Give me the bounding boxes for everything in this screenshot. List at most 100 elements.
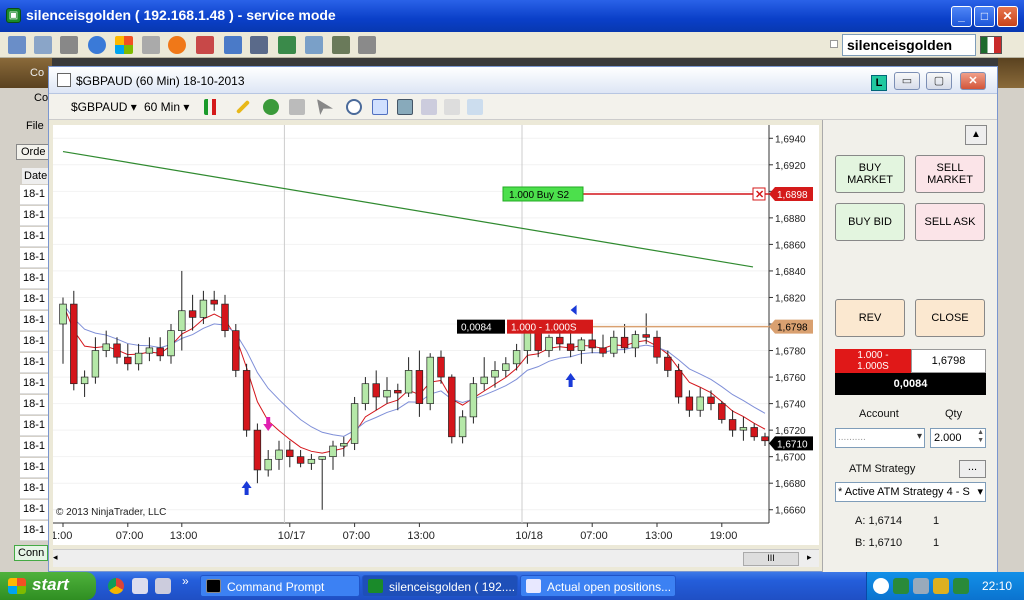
x-tick-label: 19:00	[710, 530, 738, 542]
zoom-icon[interactable]	[346, 99, 362, 115]
chart-minimize-button[interactable]: ▭	[894, 72, 920, 90]
interval-selector[interactable]: 60 Min ▾	[144, 100, 189, 114]
speaker-icon[interactable]	[933, 578, 949, 594]
monitor-icon[interactable]	[250, 36, 268, 54]
drag-icon[interactable]	[289, 99, 305, 115]
x-tick-label: 07:00	[580, 530, 608, 542]
connect-icon[interactable]	[8, 36, 26, 54]
atm-strategy-value: * Active ATM Strategy 4 - S	[838, 486, 970, 498]
sell-market-button[interactable]: SELL MARKET	[915, 155, 985, 193]
quicklaunch-overflow-icon[interactable]: »	[182, 574, 189, 588]
task-label: silenceisgolden ( 192....	[389, 580, 516, 594]
refresh-icon[interactable]	[88, 36, 106, 54]
windows-logo-icon[interactable]	[115, 36, 133, 54]
y-tick-label: 1,6720	[775, 426, 806, 437]
pencil-icon[interactable]	[235, 99, 251, 115]
tray-eye-icon[interactable]	[893, 578, 909, 594]
candle	[124, 356, 132, 365]
position-price-marker: 1,6798	[777, 323, 808, 334]
maximize-button[interactable]: □	[974, 6, 995, 27]
document-icon[interactable]	[305, 36, 323, 54]
printer-icon[interactable]	[142, 36, 160, 54]
instrument-selector[interactable]: $GBPAUD ▾	[71, 100, 137, 114]
close-position-button[interactable]: CLOSE	[915, 299, 985, 337]
crosshair-icon[interactable]	[263, 99, 279, 115]
atm-strategy-more-button[interactable]: ...	[959, 460, 986, 478]
tools-icon[interactable]	[60, 36, 78, 54]
stepper-arrows-icon[interactable]: ▲ ▼	[977, 429, 984, 445]
buy-bid-button[interactable]: BUY BID	[835, 203, 905, 241]
orders-tab[interactable]: Orde	[16, 144, 51, 160]
candle	[372, 383, 380, 398]
minimize-button[interactable]: _	[951, 6, 972, 27]
y-tick-label: 1,6740	[775, 400, 806, 411]
windows-icon[interactable]	[34, 36, 52, 54]
bid-price: B: 1,6710	[855, 537, 903, 549]
task-command-prompt[interactable]: Command Prompt	[200, 575, 360, 597]
candle	[610, 336, 618, 354]
scroll-right-arrow[interactable]: ▸	[807, 552, 819, 564]
download-icon[interactable]	[278, 36, 296, 54]
candle	[545, 336, 553, 351]
disconnect-icon[interactable]	[196, 36, 214, 54]
pointer-icon[interactable]	[317, 99, 333, 115]
chart-panel[interactable]: 1,69401,69201,69001,68801,68601,68401,68…	[51, 125, 819, 545]
file-menu[interactable]: File	[26, 120, 44, 132]
chart-horizontal-scrollbar[interactable]: ◂ III ▸	[53, 549, 819, 567]
system-tray: 22:10	[866, 572, 1024, 600]
tray-ninja-icon[interactable]	[953, 578, 969, 594]
candle	[156, 347, 164, 357]
properties-icon[interactable]	[444, 99, 460, 115]
quantity-stepper[interactable]: 2.000 ▲ ▼	[930, 428, 986, 448]
y-tick-label: 1,6920	[775, 161, 806, 172]
data-box-icon[interactable]	[467, 99, 483, 115]
candle	[296, 456, 305, 464]
alert-icon[interactable]	[168, 36, 186, 54]
ask-quantity: 1	[933, 515, 940, 527]
stop-price-marker: 1,6898	[777, 190, 808, 201]
explorer-icon[interactable]	[155, 578, 171, 594]
atm-strategy-select[interactable]: * Active ATM Strategy 4 - S ▾	[835, 482, 986, 502]
clock: 22:10	[981, 579, 1012, 593]
candle	[491, 370, 499, 378]
account-select[interactable]: .......... ▾	[835, 428, 925, 448]
scroll-thumb[interactable]: III	[743, 552, 799, 566]
last-price-marker: 1,6710	[777, 439, 808, 450]
chat-icon[interactable]	[358, 36, 376, 54]
bid-quantity: 1	[933, 537, 940, 549]
strategies-icon[interactable]	[421, 99, 437, 115]
network-icon[interactable]	[913, 578, 929, 594]
chart-maximize-button[interactable]: ▢	[926, 72, 952, 90]
candle	[102, 343, 110, 351]
close-button[interactable]: ✕	[997, 6, 1018, 27]
sell-ask-button[interactable]: SELL ASK	[915, 203, 985, 241]
atm-strategy-label: ATM Strategy	[849, 463, 916, 475]
collapse-up-icon[interactable]: ▲	[965, 125, 987, 145]
reverse-button[interactable]: REV	[835, 299, 905, 337]
chrome-icon[interactable]	[108, 578, 124, 594]
candle	[761, 436, 769, 442]
fullscreen-icon[interactable]	[224, 36, 242, 54]
checkbox-icon[interactable]	[830, 40, 838, 48]
document-icon[interactable]	[132, 578, 148, 594]
bar-type-icon[interactable]	[204, 99, 220, 115]
camera-icon[interactable]	[332, 36, 350, 54]
price-chart[interactable]: 1,69401,69201,69001,68801,68601,68401,68…	[51, 125, 819, 545]
position-quantity: 1.000 - 1.000S	[835, 349, 911, 373]
chart-trader-icon[interactable]	[372, 99, 388, 115]
tray-arrow-icon[interactable]	[873, 578, 889, 594]
start-button[interactable]: start	[0, 572, 96, 600]
link-badge[interactable]: L	[871, 75, 887, 91]
x-tick-label: 10/18	[515, 530, 543, 542]
chart-close-button[interactable]: ✕	[960, 72, 986, 90]
account-value: ..........	[838, 432, 866, 443]
control-center-tab[interactable]: Co	[14, 92, 48, 104]
y-tick-label: 1,6820	[775, 293, 806, 304]
task-positions[interactable]: Actual open positions...	[520, 575, 676, 597]
scroll-left-arrow[interactable]: ◂	[53, 552, 65, 564]
indicators-icon[interactable]	[397, 99, 413, 115]
candle	[80, 376, 89, 385]
candle	[577, 339, 586, 351]
buy-market-button[interactable]: BUY MARKET	[835, 155, 905, 193]
task-ninjatrader[interactable]: silenceisgolden ( 192....	[362, 575, 518, 597]
